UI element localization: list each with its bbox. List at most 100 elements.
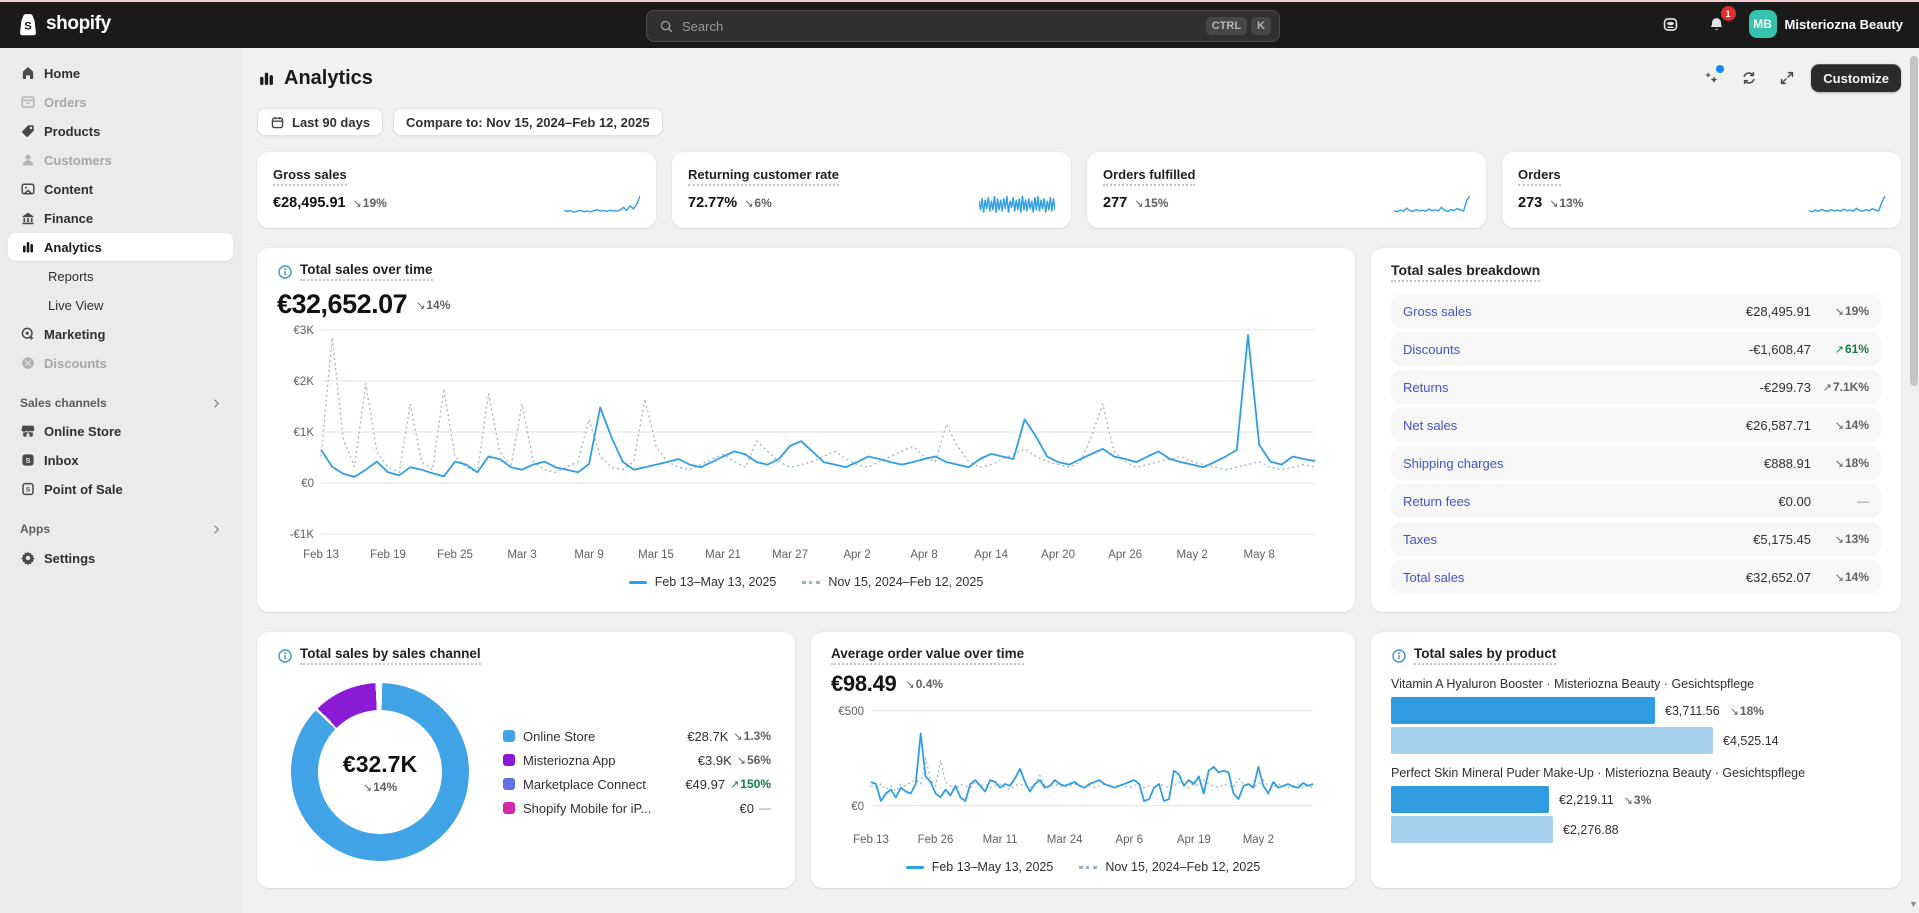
aov-chart-title[interactable]: Average order value over time xyxy=(831,646,1024,665)
sidebar-header-apps[interactable]: Apps xyxy=(8,517,233,541)
breakdown-row-value: €5,175.45 xyxy=(1753,532,1811,547)
metric-sparkline xyxy=(564,194,640,216)
breakdown-row-label[interactable]: Net sales xyxy=(1403,418,1746,433)
sparkle-icon xyxy=(1703,70,1719,86)
bar-row-current: €2,219.11↘3% xyxy=(1391,786,1881,813)
sidebar-item-label: Marketing xyxy=(44,327,105,342)
sales-channel-chart-title[interactable]: Total sales by sales channel xyxy=(300,646,481,665)
sidebar-item-label: Online Store xyxy=(44,424,121,439)
svg-text:May 8: May 8 xyxy=(1243,549,1274,561)
sidebar-item-products[interactable]: Products xyxy=(8,117,233,145)
product-group-vitamin-a-hyaluron-booster: Vitamin A Hyaluron Booster · Misteriozna… xyxy=(1391,677,1881,754)
sidebar-item-customers[interactable]: Customers xyxy=(8,146,233,174)
legend-item: Nov 15, 2024–Feb 12, 2025 xyxy=(802,575,983,589)
metric-title[interactable]: Orders fulfilled xyxy=(1103,167,1195,186)
metric-title[interactable]: Gross sales xyxy=(273,167,347,186)
breakdown-title[interactable]: Total sales breakdown xyxy=(1391,262,1540,282)
breakdown-row-label[interactable]: Taxes xyxy=(1403,532,1753,547)
metric-title[interactable]: Returning customer rate xyxy=(688,167,839,186)
finance-icon xyxy=(20,210,36,226)
metric-title[interactable]: Orders xyxy=(1518,167,1561,186)
shopify-logo[interactable]: S shopify xyxy=(16,11,111,37)
total-sales-value: €32,652.07 xyxy=(277,289,407,320)
sidebar-header-sales-channels[interactable]: Sales channels xyxy=(8,391,233,415)
breakdown-row-value: €26,587.71 xyxy=(1746,418,1811,433)
scrollbar-down-arrow[interactable]: ▼ xyxy=(1909,899,1918,909)
svg-text:Feb 25: Feb 25 xyxy=(437,549,473,561)
sidebar-header-label: Apps xyxy=(20,522,50,536)
sidebar-item-finance[interactable]: Finance xyxy=(8,204,233,232)
svg-text:Mar 21: Mar 21 xyxy=(705,549,741,561)
bar-previous-value: €2,276.88 xyxy=(1563,823,1619,837)
legend-value: €28.7K↘1.3% xyxy=(687,729,771,744)
breakdown-row-return-fees: Return fees €0.00 — xyxy=(1391,484,1881,518)
magic-edit-button[interactable] xyxy=(1697,64,1725,92)
sidebar-item-analytics[interactable]: Analytics xyxy=(8,233,233,261)
notification-badge: 1 xyxy=(1721,6,1736,21)
sidebar-item-online-store[interactable]: Online Store xyxy=(8,417,233,445)
delta: ↗7.1K% xyxy=(1823,380,1869,394)
sidebar-item-label: Finance xyxy=(44,211,93,226)
customize-button[interactable]: Customize xyxy=(1811,64,1901,92)
bar-row-previous: €2,276.88 xyxy=(1391,816,1881,843)
sidebar-item-content[interactable]: Content xyxy=(8,175,233,203)
date-range-button[interactable]: Last 90 days xyxy=(257,108,383,136)
sidebar-item-discounts[interactable]: Discounts xyxy=(8,349,233,377)
aov-card: Average order value over time €98.49 ↘0.… xyxy=(811,632,1355,888)
svg-text:Mar 9: Mar 9 xyxy=(574,549,603,561)
sales-channel-donut-wrap: €32.7K ↘14% Online Store €28.7K↘1.3% Mis… xyxy=(277,683,775,861)
chevron-right-icon xyxy=(210,397,223,410)
breakdown-row-label[interactable]: Return fees xyxy=(1403,494,1778,509)
sidebar-subitem-reports[interactable]: Reports xyxy=(8,262,233,290)
metric-card-orders: Orders 273↘13% xyxy=(1502,152,1901,228)
notifications-button[interactable]: 1 xyxy=(1703,10,1731,38)
sidebar-item-orders[interactable]: Orders xyxy=(8,88,233,116)
sidebar-item-settings[interactable]: Settings xyxy=(8,544,233,572)
bar-row-current: €3,711.56↘18% xyxy=(1391,697,1881,724)
breakdown-row-label[interactable]: Returns xyxy=(1403,380,1760,395)
page-title-text: Analytics xyxy=(284,67,373,90)
delta: ↘13% xyxy=(1835,532,1869,546)
breakdown-row-label[interactable]: Gross sales xyxy=(1403,304,1746,319)
svg-text:Mar 27: Mar 27 xyxy=(772,549,808,561)
delta: ↗61% xyxy=(1835,342,1869,356)
breakdown-row-label[interactable]: Total sales xyxy=(1403,570,1746,585)
sidekick-button[interactable] xyxy=(1657,10,1685,38)
delta: ↗150% xyxy=(730,777,771,791)
customers-icon xyxy=(20,152,36,168)
main-content: Analytics xyxy=(241,48,1919,913)
product-group-perfect-skin-mineral-puder-make-up: Perfect Skin Mineral Puder Make-Up · Mis… xyxy=(1391,766,1881,843)
fullscreen-button[interactable] xyxy=(1773,64,1801,92)
sidebar-item-marketing[interactable]: Marketing xyxy=(8,320,233,348)
product-label: Vitamin A Hyaluron Booster · Misteriozna… xyxy=(1391,677,1881,691)
page-scrollbar[interactable]: ▼ xyxy=(1908,48,1919,913)
svg-text:Apr 8: Apr 8 xyxy=(910,549,938,561)
legend-label: Online Store xyxy=(523,729,679,744)
sidebar-item-inbox[interactable]: SInbox xyxy=(8,446,233,474)
breakdown-row-value: -€1,608.47 xyxy=(1749,342,1811,357)
sidebar-item-label: Content xyxy=(44,182,93,197)
svg-text:Mar 15: Mar 15 xyxy=(638,549,674,561)
bar-current xyxy=(1391,697,1655,724)
total-sales-chart-title[interactable]: Total sales over time xyxy=(300,262,433,281)
orders-icon xyxy=(20,94,36,110)
sales-by-product-chart-title[interactable]: Total sales by product xyxy=(1414,646,1556,665)
analytics-icon xyxy=(257,69,276,88)
compare-button[interactable]: Compare to: Nov 15, 2024–Feb 12, 2025 xyxy=(393,108,663,136)
total-sales-chart: €3K€2K€1K€0-€1KFeb 13Feb 19Feb 25Mar 3Ma… xyxy=(277,320,1335,567)
account-menu[interactable]: MB Misteriozna Beauty xyxy=(1749,10,1903,38)
breakdown-row-label[interactable]: Discounts xyxy=(1403,342,1749,357)
sales-by-product-card: Total sales by product Vitamin A Hyaluro… xyxy=(1371,632,1901,888)
sidebar-subitem-live-view[interactable]: Live View xyxy=(8,291,233,319)
legend-swatch-dotted xyxy=(1079,866,1097,869)
sidebar-item-home[interactable]: Home xyxy=(8,59,233,87)
breakdown-row-value: €32,652.07 xyxy=(1746,570,1811,585)
metric-sparkline xyxy=(979,194,1055,216)
auto-refresh-button[interactable] xyxy=(1735,64,1763,92)
shopify-bag-icon: S xyxy=(16,11,40,37)
scrollbar-thumb[interactable] xyxy=(1910,56,1918,386)
breakdown-row-label[interactable]: Shipping charges xyxy=(1403,456,1764,471)
sidebar-item-point-of-sale[interactable]: SPoint of Sale xyxy=(8,475,233,503)
search-input[interactable]: Search CTRL K xyxy=(646,10,1280,42)
sales-channel-card: Total sales by sales channel €32.7K ↘14%… xyxy=(257,632,795,888)
